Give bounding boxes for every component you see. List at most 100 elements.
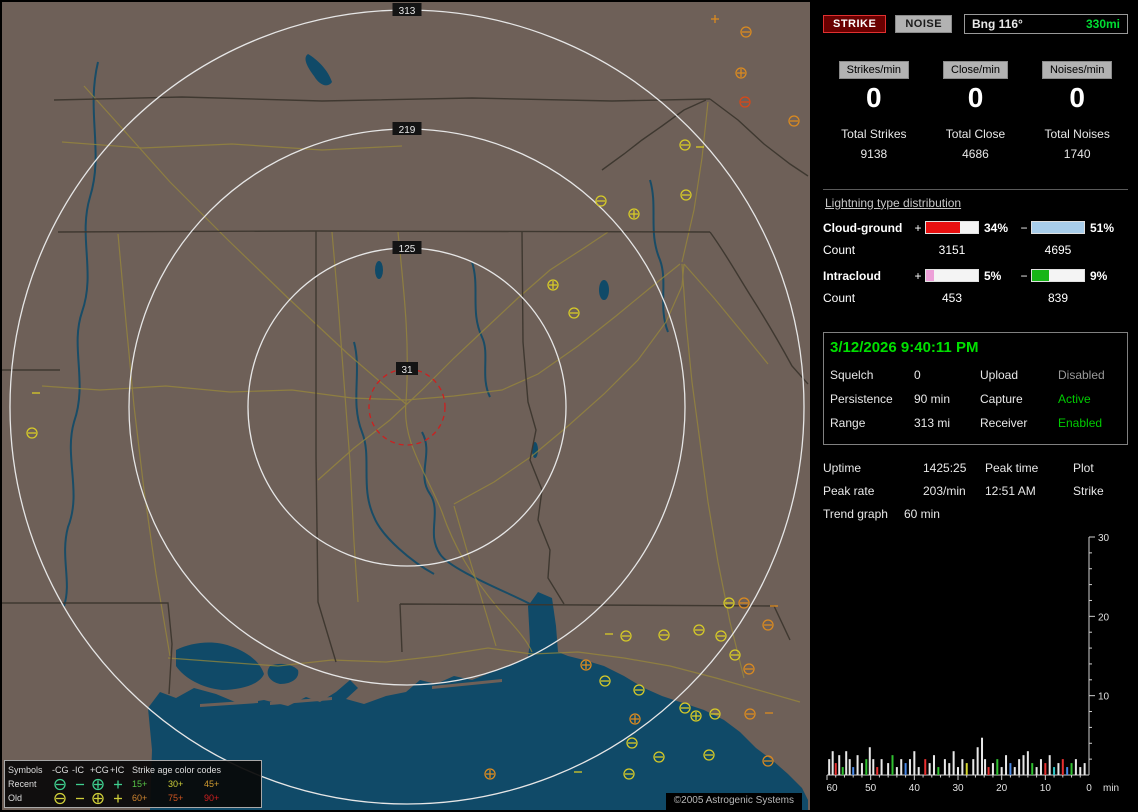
svg-text:0: 0 <box>1086 783 1092 794</box>
total-strikes-value: 9138 <box>841 147 906 161</box>
peak-time-value: 12:51 AM <box>985 484 1073 498</box>
minus-sign: − <box>1017 221 1031 235</box>
lightning-tracker-window: 31321912531 Symbols -CG -IC +CG +IC Stri… <box>0 0 1138 812</box>
svg-text:30: 30 <box>952 783 964 794</box>
noise-indicator-button[interactable]: NOISE <box>895 15 952 33</box>
strikes-per-min-value: 0 <box>866 83 882 114</box>
intracloud-count-row: Count 453 839 <box>823 290 1128 306</box>
totals-row: Total Strikes 9138 Total Close 4686 Tota… <box>823 127 1128 161</box>
circle-minus-icon <box>52 778 72 791</box>
persistence-value: 90 min <box>914 392 980 406</box>
indicator-row: STRIKE NOISE Bng 116° 330mi <box>823 14 1128 34</box>
upload-label: Upload <box>980 368 1058 382</box>
squelch-value: 0 <box>914 368 980 382</box>
legend-pos-ic-header: +IC <box>110 765 132 775</box>
age-code: 30+ <box>168 779 204 789</box>
uptime-value: 1425:25 <box>923 461 985 475</box>
minus-icon <box>72 792 90 805</box>
noises-per-min-value: 0 <box>1069 83 1085 114</box>
svg-text:30: 30 <box>1098 533 1110 544</box>
cloud-ground-label: Cloud-ground <box>823 221 911 235</box>
ic-negative-percent: 9% <box>1085 269 1123 283</box>
peak-rate-value: 203/min <box>923 484 985 498</box>
svg-text:10: 10 <box>1040 783 1052 794</box>
circle-plus-icon <box>90 792 110 805</box>
cg-negative-count: 4695 <box>1031 243 1085 257</box>
squelch-label: Squelch <box>830 368 914 382</box>
distribution-section: Lightning type distribution Cloud-ground… <box>823 189 1128 306</box>
session-stats: Uptime 1425:25 Peak time Plot Peak rate … <box>823 461 1128 498</box>
persistence-label: Persistence <box>830 392 914 406</box>
total-close-value: 4686 <box>946 147 1005 161</box>
capture-value: Active <box>1058 392 1121 406</box>
range-setting-value: 313 mi <box>914 416 980 430</box>
legend-pos-cg-header: +CG <box>90 765 110 775</box>
plus-icon <box>110 792 132 805</box>
circle-minus-icon <box>52 792 72 805</box>
count-label: Count <box>823 291 911 305</box>
map-legend: Symbols -CG -IC +CG +IC Strike age color… <box>4 760 262 808</box>
svg-text:10: 10 <box>1098 691 1110 702</box>
state-borders <box>2 97 808 694</box>
strikes-per-min-label: Strikes/min <box>839 61 909 79</box>
age-code: 90+ <box>204 793 240 803</box>
ic-negative-count: 839 <box>1031 291 1085 305</box>
peak-rate-label: Peak rate <box>823 484 923 498</box>
map-panel[interactable]: 31321912531 Symbols -CG -IC +CG +IC Stri… <box>2 2 810 810</box>
count-label: Count <box>823 243 911 257</box>
cloud-ground-count-row: Count 3151 4695 <box>823 242 1128 258</box>
lake-borgne <box>268 664 299 684</box>
cg-negative-bar-fill <box>1032 222 1084 233</box>
svg-text:31: 31 <box>401 365 413 376</box>
lake-pontchartrain <box>176 643 264 690</box>
legend-old-label: Old <box>8 793 52 803</box>
svg-text:125: 125 <box>399 244 416 255</box>
trend-graph: 3020106050403020100min <box>823 525 1136 797</box>
svg-text:50: 50 <box>865 783 877 794</box>
age-code: 45+ <box>204 779 240 789</box>
circle-plus-icon <box>90 778 110 791</box>
ic-positive-count: 453 <box>925 291 979 305</box>
peak-time-label: Peak time <box>985 461 1073 475</box>
svg-text:219: 219 <box>399 125 416 136</box>
svg-text:min: min <box>1103 783 1119 794</box>
small-lake <box>599 280 609 300</box>
age-code: 15+ <box>132 779 168 789</box>
receiver-label: Receiver <box>980 416 1058 430</box>
cg-negative-bar <box>1031 221 1085 234</box>
plus-icon <box>110 778 132 791</box>
total-close: Total Close 4686 <box>946 127 1005 161</box>
close-per-min-value: 0 <box>968 83 984 114</box>
legend-neg-cg-header: -CG <box>52 765 72 775</box>
legend-recent-label: Recent <box>8 779 52 789</box>
bearing-value: Bng 116° <box>972 17 1023 31</box>
cg-positive-percent: 34% <box>979 221 1017 235</box>
range-value: 330mi <box>1086 17 1120 31</box>
control-panel: STRIKE NOISE Bng 116° 330mi Strikes/min … <box>815 2 1136 810</box>
legend-symbols-header: Symbols <box>8 765 52 775</box>
status-grid: Squelch 0 Upload Disabled Persistence 90… <box>830 368 1121 430</box>
datetime-display: 3/12/2026 9:40:11 PM <box>830 339 1121 356</box>
cg-positive-count: 3151 <box>925 243 979 257</box>
strike-indicator-button[interactable]: STRIKE <box>823 15 886 33</box>
trend-graph-header: Trend graph 60 min <box>823 507 1128 521</box>
map-svg: 31321912531 <box>2 2 810 810</box>
close-per-min-label: Close/min <box>943 61 1008 79</box>
svg-text:40: 40 <box>909 783 921 794</box>
age-code: 60+ <box>132 793 168 803</box>
svg-text:20: 20 <box>1098 612 1110 623</box>
copyright-label: ©2005 Astrogenic Systems <box>666 793 802 810</box>
cg-positive-bar <box>925 221 979 234</box>
distribution-title: Lightning type distribution <box>825 196 1128 210</box>
roads <box>42 86 800 702</box>
ic-negative-bar <box>1031 269 1085 282</box>
upload-value: Disabled <box>1058 368 1121 382</box>
legend-neg-ic-header: -IC <box>72 765 90 775</box>
cg-negative-percent: 51% <box>1085 221 1123 235</box>
rate-values-row: 0 0 0 <box>823 83 1128 114</box>
legend-old-row: Old 60+ 75+ 90+ <box>8 791 258 805</box>
intracloud-label: Intracloud <box>823 269 911 283</box>
total-close-label: Total Close <box>946 127 1005 141</box>
total-noises-label: Total Noises <box>1044 127 1109 141</box>
small-lake <box>375 261 383 279</box>
